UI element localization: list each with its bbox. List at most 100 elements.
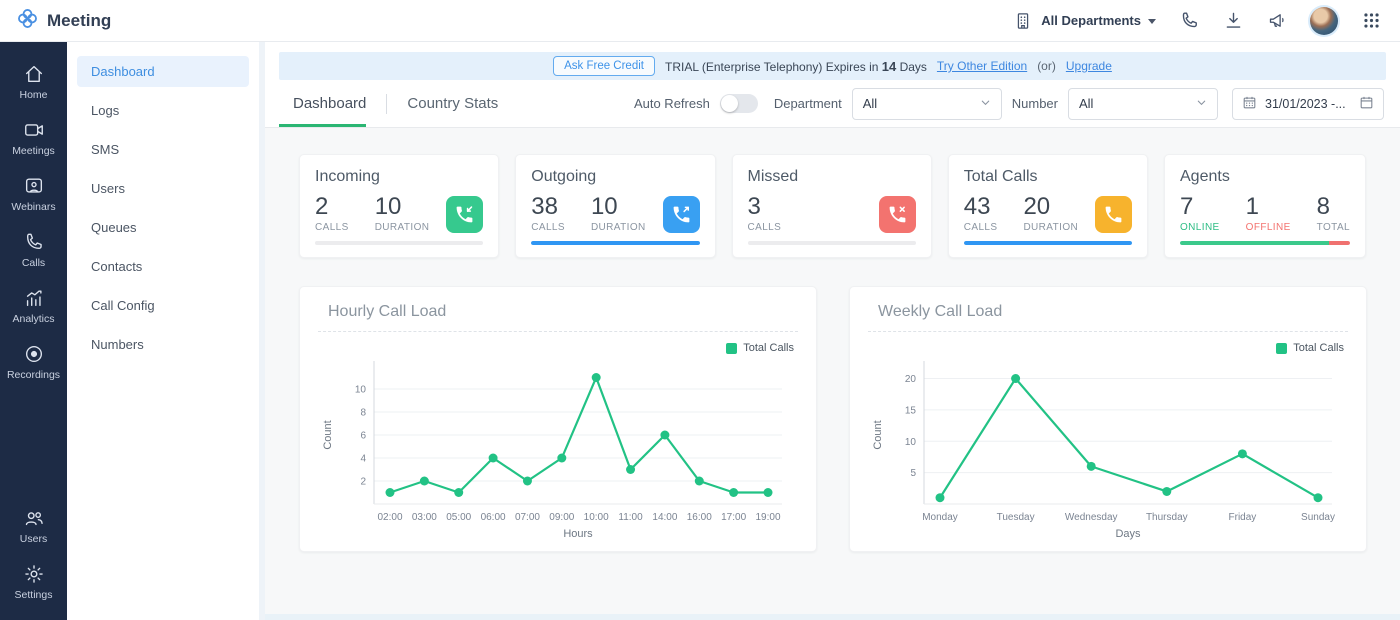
outgoing-duration-value: 10	[591, 194, 646, 219]
svg-text:05:00: 05:00	[446, 512, 471, 523]
svg-text:10:00: 10:00	[584, 512, 609, 523]
svg-text:Monday: Monday	[922, 512, 958, 523]
phone-icon	[1095, 196, 1132, 233]
nav-item-calls[interactable]: Calls	[0, 222, 67, 278]
date-range-value: 31/01/2023 -...	[1265, 97, 1351, 111]
upgrade-link[interactable]: Upgrade	[1066, 59, 1112, 73]
legend-swatch	[1276, 343, 1287, 354]
date-range-picker[interactable]: 31/01/2023 -...	[1232, 88, 1384, 120]
card-title: Total Calls	[964, 168, 1132, 186]
brand[interactable]: Meeting	[16, 7, 111, 35]
svg-text:11:00: 11:00	[618, 512, 643, 523]
missed-progress-bar	[748, 241, 916, 245]
svg-text:20: 20	[905, 374, 917, 385]
chart-legend: Total Calls	[322, 342, 794, 354]
horizontal-scrollbar-track[interactable]	[265, 614, 1400, 620]
incoming-duration-value: 10	[375, 194, 430, 219]
incoming-progress-bar	[315, 241, 483, 245]
total-calls-card: Total Calls 43 CALLS 20 DURATION	[948, 154, 1148, 258]
svg-text:Friday: Friday	[1229, 512, 1257, 523]
tab-country-stats[interactable]: Country Stats	[393, 80, 512, 127]
incoming-calls-card: Incoming 2 CALLS 10 DURATION	[299, 154, 499, 258]
svg-text:10: 10	[355, 385, 367, 396]
download-icon[interactable]	[1222, 10, 1244, 32]
svg-text:6: 6	[360, 431, 366, 442]
nav-item-webinars[interactable]: Webinars	[0, 166, 67, 222]
sidebar-item-queues[interactable]: Queues	[77, 212, 249, 243]
chart-title: Hourly Call Load	[318, 301, 798, 332]
sidebar-item-logs[interactable]: Logs	[77, 95, 249, 126]
tab-dashboard[interactable]: Dashboard	[279, 80, 380, 127]
department-select-value: All	[863, 96, 877, 111]
svg-text:15: 15	[905, 405, 917, 416]
app-root: Meeting All Departments	[0, 0, 1400, 620]
sidebar-item-contacts[interactable]: Contacts	[77, 251, 249, 282]
nav-item-analytics[interactable]: Analytics	[0, 278, 67, 334]
missed-call-icon	[879, 196, 916, 233]
svg-text:Count: Count	[872, 420, 884, 449]
department-selector-label: All Departments	[1041, 13, 1141, 28]
secondary-sidebar: Dashboard Logs SMS Users Queues Contacts…	[67, 42, 265, 620]
agents-progress-bar	[1180, 241, 1350, 245]
department-selector[interactable]: All Departments	[1012, 10, 1156, 32]
svg-text:Wednesday: Wednesday	[1065, 512, 1118, 523]
department-select[interactable]: All	[852, 88, 1002, 120]
trial-banner: Ask Free Credit TRIAL (Enterprise Teleph…	[279, 52, 1386, 80]
missed-calls-value: 3	[748, 194, 782, 219]
total-progress-bar	[964, 241, 1132, 245]
agents-offline-value: 1	[1246, 194, 1291, 219]
number-select[interactable]: All	[1068, 88, 1218, 120]
call-icon[interactable]	[1178, 10, 1200, 32]
total-calls-value: 43	[964, 194, 998, 219]
card-title: Outgoing	[531, 168, 699, 186]
sidebar-item-numbers[interactable]: Numbers	[77, 329, 249, 360]
trial-days-count: 14	[882, 59, 896, 74]
svg-text:4: 4	[360, 454, 366, 465]
svg-text:8: 8	[360, 408, 366, 419]
weekly-call-load-chart: 5101520MondayTuesdayWednesdayThursdayFri…	[868, 356, 1348, 548]
svg-text:03:00: 03:00	[412, 512, 437, 523]
toolbar: Dashboard Country Stats Auto Refresh Dep…	[265, 80, 1400, 128]
svg-text:Days: Days	[1115, 528, 1141, 540]
dashboard-content: Incoming 2 CALLS 10 DURATION	[265, 128, 1400, 614]
sidebar-item-call-config[interactable]: Call Config	[77, 290, 249, 321]
user-avatar[interactable]	[1310, 7, 1338, 35]
agents-total-value: 8	[1317, 194, 1350, 219]
sidebar-item-dashboard[interactable]: Dashboard	[77, 56, 249, 87]
card-title: Agents	[1180, 168, 1350, 186]
number-filter-label: Number	[1012, 96, 1058, 111]
home-icon	[23, 63, 45, 85]
toggle-knob	[721, 95, 738, 112]
sidebar-item-sms[interactable]: SMS	[77, 134, 249, 165]
card-title: Incoming	[315, 168, 483, 186]
nav-item-recordings[interactable]: Recordings	[0, 334, 67, 390]
phone-icon	[23, 231, 45, 253]
sidebar-item-users[interactable]: Users	[77, 173, 249, 204]
auto-refresh-toggle[interactable]	[720, 94, 758, 113]
svg-text:Hours: Hours	[563, 528, 593, 540]
svg-text:Count: Count	[322, 420, 334, 449]
tabs: Dashboard Country Stats	[279, 80, 512, 127]
svg-text:09:00: 09:00	[549, 512, 574, 523]
gear-icon	[23, 563, 45, 585]
total-duration-value: 20	[1023, 194, 1078, 219]
nav-item-meetings[interactable]: Meetings	[0, 110, 67, 166]
presenter-icon	[23, 175, 45, 197]
ask-free-credit-button[interactable]: Ask Free Credit	[553, 56, 655, 76]
try-other-edition-link[interactable]: Try Other Edition	[937, 59, 1027, 73]
svg-text:06:00: 06:00	[481, 512, 506, 523]
video-camera-icon	[23, 119, 45, 141]
nav-item-home[interactable]: Home	[0, 54, 67, 110]
svg-text:10: 10	[905, 437, 917, 448]
megaphone-icon[interactable]	[1266, 10, 1288, 32]
svg-text:14:00: 14:00	[652, 512, 677, 523]
primary-nav-rail: Home Meetings Webinars	[0, 42, 67, 620]
tab-divider	[386, 94, 387, 114]
main-content: Ask Free Credit TRIAL (Enterprise Teleph…	[265, 42, 1400, 620]
nav-item-settings[interactable]: Settings	[0, 554, 67, 610]
nav-item-users[interactable]: Users	[0, 498, 67, 554]
or-text: (or)	[1037, 59, 1056, 73]
outgoing-calls-card: Outgoing 38 CALLS 10 DURATION	[515, 154, 715, 258]
apps-grid-icon[interactable]	[1360, 10, 1382, 32]
incoming-call-icon	[446, 196, 483, 233]
